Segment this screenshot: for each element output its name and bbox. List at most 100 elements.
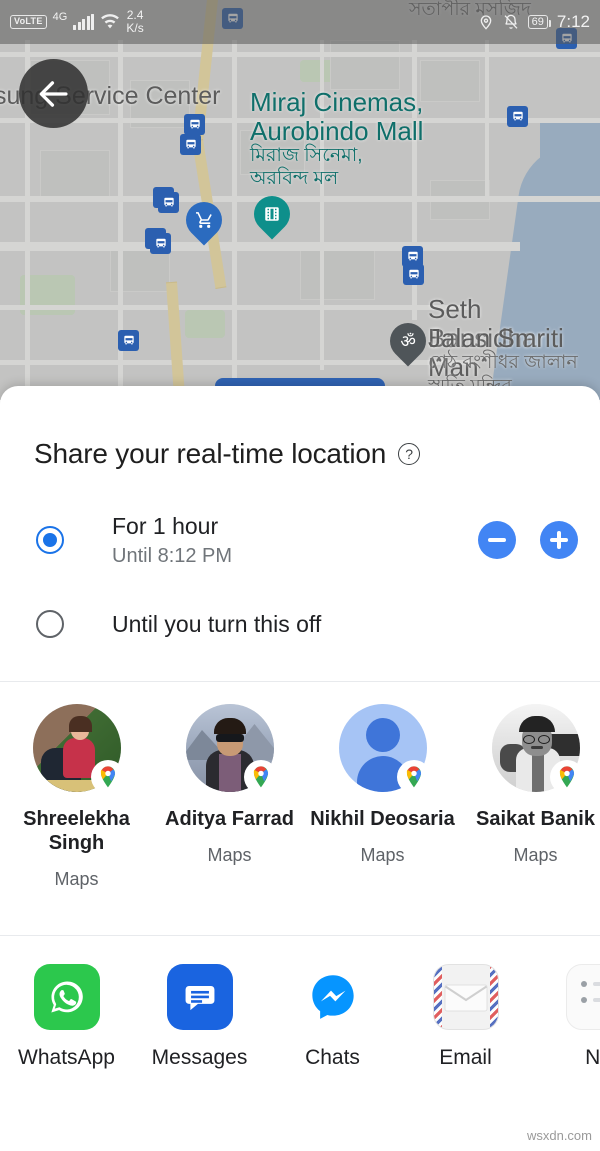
back-button[interactable] bbox=[19, 59, 88, 128]
map-canvas[interactable]: ॐ sung Service Center Miraj Cinemas, Aur… bbox=[0, 0, 600, 400]
messenger-icon bbox=[299, 964, 366, 1030]
duration-option-sublabel: Until 8:12 PM bbox=[112, 544, 233, 567]
maps-pin-glyph bbox=[559, 766, 574, 788]
apps-row: WhatsApp Messages Chats Email N bbox=[0, 936, 600, 1070]
contact-name: Saikat Banik bbox=[476, 808, 595, 830]
map-road bbox=[485, 40, 489, 200]
radio-for-1-hour[interactable] bbox=[36, 526, 64, 554]
maps-pin-glyph bbox=[253, 766, 268, 788]
duration-option-label-2: Until you turn this off bbox=[112, 610, 322, 637]
envelope-glyph bbox=[444, 984, 487, 1012]
volte-icon: VoLTE bbox=[10, 15, 47, 29]
map-label-miraj-line2: Aurobindo Mall bbox=[250, 116, 424, 146]
contact-item[interactable]: Nikhil Deosaria Maps bbox=[306, 704, 459, 915]
map-road bbox=[0, 52, 600, 57]
radio-until-turn-off[interactable] bbox=[36, 610, 64, 638]
map-block bbox=[300, 250, 375, 300]
notes-icon bbox=[565, 964, 600, 1030]
bus-station-icon[interactable] bbox=[184, 114, 205, 135]
messenger-glyph bbox=[311, 975, 354, 1019]
location-icon bbox=[478, 13, 494, 31]
whatsapp-icon bbox=[33, 964, 100, 1030]
share-location-screen: ॐ sung Service Center Miraj Cinemas, Aur… bbox=[0, 0, 600, 1151]
map-label-miraj-bengali1: মিরাজ সিনেমা, bbox=[250, 145, 363, 166]
app-item-notes[interactable]: No bbox=[532, 964, 600, 1070]
email-icon bbox=[432, 964, 499, 1030]
map-block bbox=[330, 40, 400, 90]
bus-station-icon[interactable] bbox=[153, 187, 179, 213]
map-road bbox=[0, 242, 520, 251]
sheet-header: Share your real-time location ? bbox=[0, 386, 600, 470]
decrease-duration-button[interactable] bbox=[478, 521, 516, 559]
map-label-miraj-bengali2: অরবিন্দ মল bbox=[250, 168, 339, 189]
map-label-miraj-line1: Miraj Cinemas, bbox=[250, 87, 424, 117]
maps-pin-glyph bbox=[100, 766, 115, 788]
data-rate-indicator: 2.4 K/s bbox=[126, 9, 143, 35]
help-icon[interactable]: ? bbox=[398, 443, 421, 465]
contact-app: Maps bbox=[360, 845, 405, 865]
map-label-seth-bengali1: শেঠ বংশীধর জালান bbox=[428, 352, 578, 373]
data-rate-value: 2.4 bbox=[126, 8, 144, 22]
increase-duration-button[interactable] bbox=[540, 521, 578, 559]
temple-pin-icon[interactable]: ॐ bbox=[382, 315, 434, 367]
shopping-cart-pin-icon[interactable] bbox=[178, 194, 230, 246]
messages-icon bbox=[166, 964, 233, 1030]
map-block bbox=[420, 60, 480, 102]
messages-glyph bbox=[185, 986, 214, 1011]
contact-app: Maps bbox=[513, 845, 558, 865]
battery-indicator: 69 bbox=[527, 15, 552, 29]
contacts-row: Shreelekha Singh Maps Aditya Farrad Maps… bbox=[0, 682, 600, 935]
bus-station-icon[interactable] bbox=[403, 264, 424, 285]
contact-name: Nikhil Deosaria bbox=[310, 808, 455, 830]
avatar-wrap bbox=[491, 704, 584, 794]
notifications-muted-icon bbox=[503, 13, 519, 31]
app-item-whatsapp[interactable]: WhatsApp bbox=[0, 964, 133, 1070]
app-item-email[interactable]: Email bbox=[399, 964, 532, 1070]
network-type-label: 4G bbox=[52, 11, 68, 23]
status-bar: VoLTE 4G 2.4 K/s 69 7:12 bbox=[0, 0, 600, 44]
avatar-wrap bbox=[32, 704, 125, 794]
app-item-messages[interactable]: Messages bbox=[133, 964, 266, 1070]
avatar-wrap bbox=[338, 704, 431, 794]
app-label: Email bbox=[439, 1046, 492, 1069]
bus-station-icon[interactable] bbox=[118, 330, 139, 351]
clock: 7:12 bbox=[556, 12, 590, 31]
duration-option-text: For 1 hour Until 8:12 PM bbox=[112, 512, 232, 568]
google-maps-pin-icon bbox=[396, 760, 431, 794]
map-road bbox=[0, 196, 600, 202]
map-block bbox=[40, 150, 110, 200]
contact-item[interactable]: Shreelekha Singh Maps bbox=[0, 704, 153, 915]
watermark: wsxdn.com bbox=[526, 1128, 592, 1143]
bus-station-icon[interactable] bbox=[507, 106, 528, 127]
app-item-chats[interactable]: Chats bbox=[266, 964, 399, 1070]
app-label: Chats bbox=[305, 1046, 360, 1069]
google-maps-pin-icon bbox=[243, 760, 278, 794]
duration-option-until-turn-off[interactable]: Until you turn this off bbox=[0, 596, 600, 652]
bus-station-icon[interactable] bbox=[180, 134, 201, 155]
contact-item[interactable]: Saikat Banik Maps bbox=[459, 704, 600, 915]
data-rate-unit: K/s bbox=[126, 21, 144, 35]
duration-option-for-1-hour[interactable]: For 1 hour Until 8:12 PM bbox=[0, 512, 600, 568]
share-location-bottom-sheet: Share your real-time location ? For 1 ho… bbox=[0, 386, 600, 1151]
app-label: WhatsApp bbox=[18, 1046, 115, 1069]
map-park-2 bbox=[185, 310, 225, 338]
bus-station-icon[interactable] bbox=[145, 228, 171, 254]
avatar-wrap bbox=[185, 704, 278, 794]
app-label: Messages bbox=[151, 1046, 248, 1069]
duration-option-text-2: Until you turn this off bbox=[112, 610, 321, 639]
contact-app: Maps bbox=[207, 845, 252, 865]
contact-name: Aditya Farrad bbox=[165, 808, 294, 830]
whatsapp-glyph bbox=[50, 981, 83, 1013]
map-highway bbox=[166, 281, 187, 400]
maps-pin-glyph bbox=[406, 766, 421, 788]
contact-item[interactable]: Aditya Farrad Maps bbox=[153, 704, 306, 915]
duration-steppers bbox=[478, 521, 578, 559]
map-water-2 bbox=[540, 120, 600, 200]
google-maps-pin-icon bbox=[90, 760, 125, 794]
back-arrow-icon bbox=[39, 80, 68, 107]
google-maps-pin-icon bbox=[549, 760, 584, 794]
map-road bbox=[232, 40, 237, 400]
duration-option-label: For 1 hour bbox=[112, 513, 219, 540]
signal-bars-icon bbox=[73, 14, 95, 30]
contact-app: Maps bbox=[54, 869, 99, 889]
